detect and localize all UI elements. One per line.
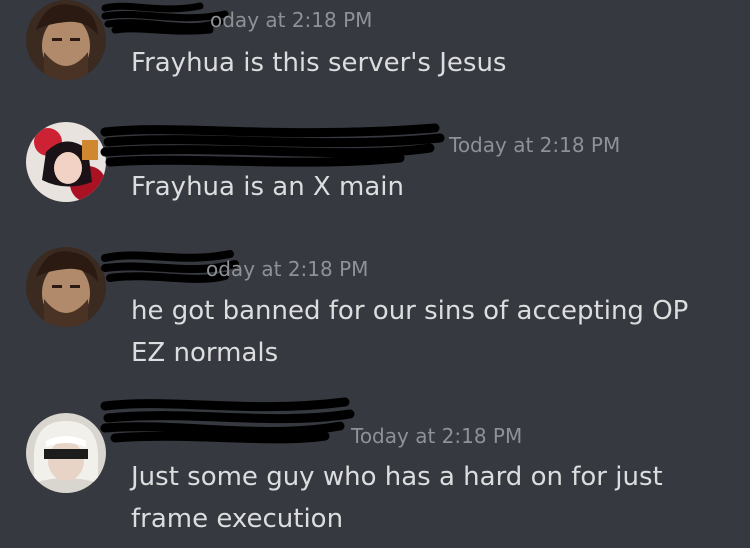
message-line: Frayhua is an X main [131,172,404,202]
user-avatar[interactable] [26,247,106,327]
anime-girl-avatar-icon [26,122,106,202]
message-text: Just some guy who has a hard on for just… [131,456,720,540]
message-text: Frayhua is an X main [131,166,720,208]
message-timestamp: oday at 2:18 PM [210,8,373,32]
bearded-man-avatar-icon [26,247,106,327]
redacted-username-scribble [100,397,355,444]
message-timestamp: Today at 2:18 PM [351,424,523,448]
white-hair-avatar-icon [26,413,106,493]
message-line: he got banned for our sins of accepting … [131,296,689,326]
redacted-username-scribble [100,123,445,167]
message-line: EZ normals [131,338,279,368]
message-text: Frayhua is this server's Jesus [131,42,720,84]
message-line: Frayhua is this server's Jesus [131,48,507,78]
message-text: he got banned for our sins of accepting … [131,290,720,374]
message-timestamp: oday at 2:18 PM [206,257,369,281]
user-avatar[interactable] [26,122,106,202]
bearded-man-avatar-icon [26,0,106,80]
user-avatar[interactable] [26,0,106,80]
user-avatar[interactable] [26,413,106,493]
message-timestamp: Today at 2:18 PM [449,133,621,157]
message-line: Just some guy who has a hard on for just [131,462,663,492]
message-line: frame execution [131,504,344,534]
